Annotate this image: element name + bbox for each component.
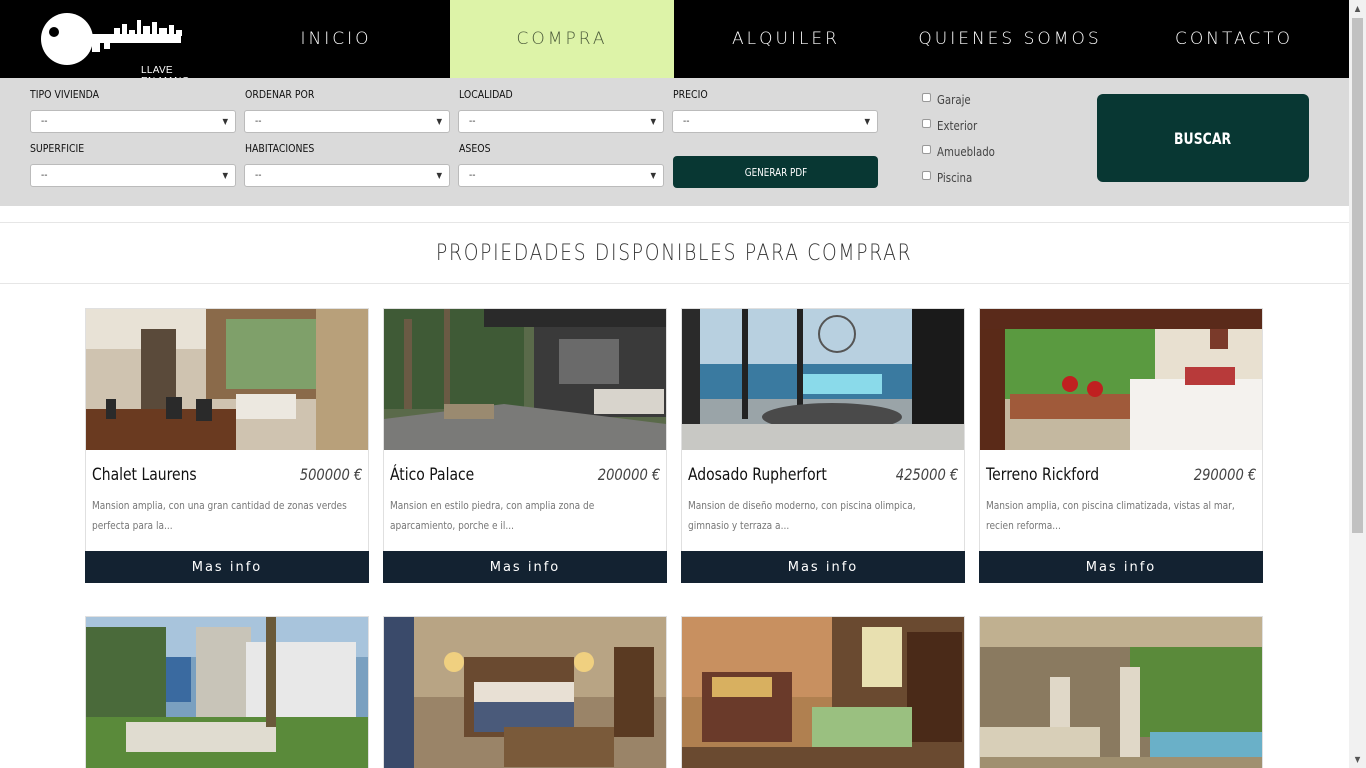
dropdown-arrow-icon: ▼: [436, 117, 442, 126]
amueblado-label: Amueblado: [937, 145, 995, 159]
nav-quienes-somos[interactable]: QUIENES SOMOS: [898, 0, 1122, 78]
property-price: 425000 €: [895, 465, 958, 484]
property-price: 500000 €: [299, 465, 362, 484]
key-skyline-icon: [41, 13, 182, 65]
section-title: PROPIEDADES DISPONIBLES PARA COMPRAR: [0, 222, 1349, 284]
aseos-label: ASEOS: [459, 142, 491, 155]
dropdown-arrow-icon: ▼: [436, 171, 442, 180]
filter-bar: TIPO VIVIENDA -- ▼ ORDENAR POR -- ▼ LOCALI…: [0, 78, 1349, 206]
localidad-select[interactable]: -- ▼: [458, 110, 664, 133]
ordenar-por-label: ORDENAR POR: [245, 88, 315, 101]
nav-alquiler[interactable]: ALQUILER: [674, 0, 898, 78]
garaje-checkbox[interactable]: Garaje: [922, 92, 977, 107]
scroll-up-icon[interactable]: ▲: [1349, 0, 1366, 17]
property-description: Mansion en estilo piedra, con amplia zon…: [390, 499, 595, 532]
nav-contacto[interactable]: CONTACTO: [1122, 0, 1346, 78]
piscina-label: Piscina: [937, 171, 973, 185]
piscina-checkbox[interactable]: Piscina: [922, 170, 978, 185]
nav-inicio[interactable]: INICIO: [224, 0, 448, 78]
dropdown-arrow-icon: ▼: [650, 171, 656, 180]
tipo-vivienda-value: --: [41, 116, 48, 127]
ordenar-por-value: --: [255, 116, 262, 127]
dropdown-arrow-icon: ▼: [864, 117, 870, 126]
precio-label: PRECIO: [673, 88, 708, 101]
property-image[interactable]: [980, 309, 1262, 450]
checkbox-box[interactable]: [922, 144, 931, 154]
checkbox-box[interactable]: [922, 118, 931, 128]
exterior-label: Exterior: [937, 119, 978, 133]
property-name: Ático Palace: [390, 465, 475, 485]
property-card: Ático Palace 200000 € Mansion en estilo …: [383, 308, 667, 583]
property-card: Terreno Rickford 290000 € Mansion amplia…: [979, 308, 1263, 583]
scrollbar-thumb[interactable]: [1352, 18, 1363, 533]
precio-select[interactable]: -- ▼: [672, 110, 878, 133]
property-card: Chalet Laurens 500000 € Mansion amplia, …: [85, 308, 369, 583]
property-image[interactable]: [682, 309, 964, 450]
habitaciones-select[interactable]: -- ▼: [244, 164, 450, 187]
habitaciones-value: --: [255, 170, 262, 181]
habitaciones-label: HABITACIONES: [245, 142, 315, 155]
aseos-select[interactable]: -- ▼: [458, 164, 664, 187]
dropdown-arrow-icon: ▼: [650, 117, 656, 126]
ordenar-por-select[interactable]: -- ▼: [244, 110, 450, 133]
property-name: Terreno Rickford: [986, 465, 1100, 485]
search-button[interactable]: BUSCAR: [1097, 94, 1309, 182]
generate-pdf-button[interactable]: GENERAR PDF: [673, 156, 878, 188]
property-price: 290000 €: [1193, 465, 1256, 484]
more-info-button[interactable]: Mas info: [85, 551, 369, 583]
property-card-image[interactable]: [85, 616, 369, 768]
brand-logo[interactable]: LLAVE EN MANO: [40, 12, 190, 87]
dropdown-arrow-icon: ▼: [222, 171, 228, 180]
tipo-vivienda-label: TIPO VIVIENDA: [30, 88, 100, 101]
property-name: Chalet Laurens: [92, 465, 197, 485]
exterior-checkbox[interactable]: Exterior: [922, 118, 984, 133]
property-description: Mansion de diseño moderno, con piscina o…: [688, 499, 916, 532]
property-card-image[interactable]: [383, 616, 667, 768]
property-description: Mansion amplia, con piscina climatizada,…: [986, 499, 1235, 532]
dropdown-arrow-icon: ▼: [222, 117, 228, 126]
garaje-label: Garaje: [937, 93, 971, 107]
property-name: Adosado Rupherfort: [688, 465, 827, 485]
amueblado-checkbox[interactable]: Amueblado: [922, 144, 1005, 159]
tipo-vivienda-select[interactable]: -- ▼: [30, 110, 236, 133]
property-card: Adosado Rupherfort 425000 € Mansion de d…: [681, 308, 965, 583]
property-price: 200000 €: [597, 465, 660, 484]
property-card-image[interactable]: [681, 616, 965, 768]
section-title-text: PROPIEDADES DISPONIBLES PARA COMPRAR: [436, 240, 913, 266]
more-info-button[interactable]: Mas info: [383, 551, 667, 583]
precio-value: --: [683, 116, 690, 127]
checkbox-box[interactable]: [922, 92, 931, 102]
property-card-image[interactable]: [979, 616, 1263, 768]
search-button-label: BUSCAR: [1174, 128, 1232, 148]
superficie-select[interactable]: -- ▼: [30, 164, 236, 187]
property-description: Mansion amplia, con una gran cantidad de…: [92, 499, 347, 532]
scroll-down-icon[interactable]: ▼: [1349, 751, 1366, 768]
nav-compra[interactable]: COMPRA: [450, 0, 674, 78]
superficie-label: SUPERFICIE: [30, 142, 85, 155]
checkbox-box[interactable]: [922, 170, 931, 180]
more-info-button[interactable]: Mas info: [681, 551, 965, 583]
superficie-value: --: [41, 170, 48, 181]
localidad-label: LOCALIDAD: [459, 88, 513, 101]
property-image[interactable]: [384, 309, 666, 450]
page-scrollbar[interactable]: ▲ ▼: [1349, 0, 1366, 768]
more-info-button[interactable]: Mas info: [979, 551, 1263, 583]
localidad-value: --: [469, 116, 476, 127]
generate-pdf-label: GENERAR PDF: [744, 165, 807, 179]
aseos-value: --: [469, 170, 476, 181]
property-image[interactable]: [86, 309, 368, 450]
top-navbar: LLAVE EN MANO INICIO COMPRA ALQUILER QUI…: [0, 0, 1349, 87]
